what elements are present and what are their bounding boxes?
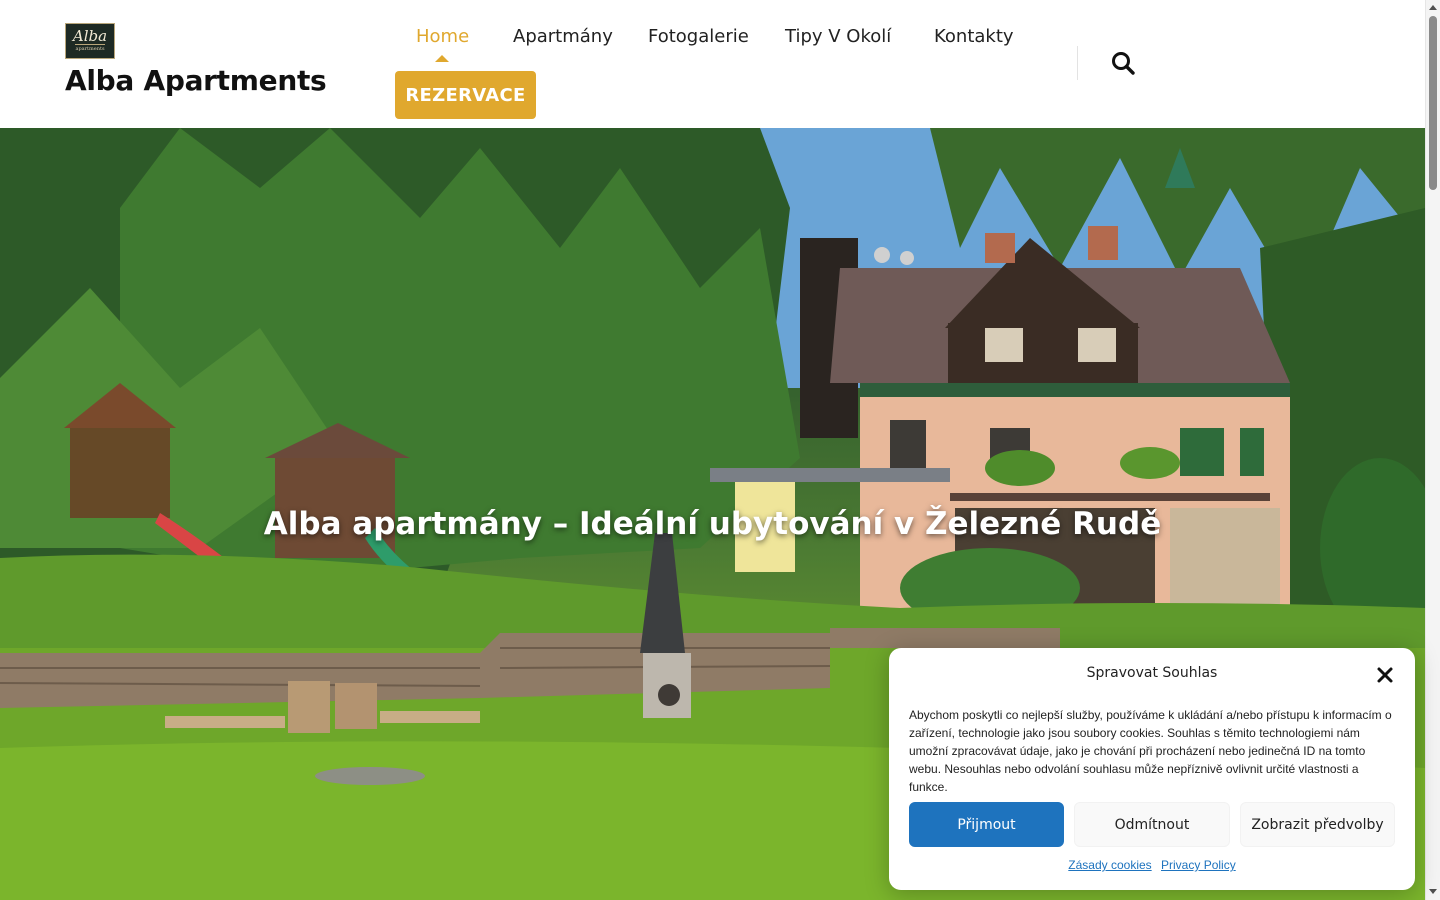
nav-item-apartmany[interactable]: Apartmány xyxy=(513,26,613,47)
nav-divider xyxy=(1077,46,1078,80)
site-title[interactable]: Alba Apartments xyxy=(65,64,327,97)
page-scrollbar[interactable] xyxy=(1425,0,1440,900)
nav-item-home[interactable]: Home xyxy=(416,26,469,47)
scroll-thumb[interactable] xyxy=(1429,16,1437,190)
page: Alba apartments Alba Apartments Home Apa… xyxy=(0,0,1440,900)
close-icon[interactable] xyxy=(1376,666,1394,684)
nav-item-fotogalerie[interactable]: Fotogalerie xyxy=(648,26,749,47)
cookie-links: Zásady cookies Privacy Policy xyxy=(889,858,1415,872)
site-logo[interactable]: Alba apartments xyxy=(65,23,115,59)
scroll-up-arrow-icon[interactable] xyxy=(1429,5,1437,10)
accept-button[interactable]: Přijmout xyxy=(909,802,1064,847)
cookie-policy-link[interactable]: Zásady cookies xyxy=(1068,858,1151,872)
nav-item-tipy-v-okoli[interactable]: Tipy V Okolí xyxy=(785,26,891,47)
privacy-policy-link[interactable]: Privacy Policy xyxy=(1161,858,1236,872)
rezervace-button[interactable]: REZERVACE xyxy=(395,71,536,119)
logo-word: Alba xyxy=(72,27,108,45)
logo-subtext: apartments xyxy=(75,44,105,52)
scroll-down-arrow-icon[interactable] xyxy=(1429,889,1437,894)
active-indicator xyxy=(435,55,449,62)
deny-button[interactable]: Odmítnout xyxy=(1074,802,1230,847)
cookie-description: Abychom poskytli co nejlepší služby, pou… xyxy=(909,708,1392,794)
hero-title: Alba apartmány – Ideální ubytování v Žel… xyxy=(263,506,1162,542)
nav-item-kontakty[interactable]: Kontakty xyxy=(934,26,1014,47)
search-icon[interactable] xyxy=(1110,50,1138,78)
cookie-consent-dialog: Spravovat Souhlas Abychom poskytli co ne… xyxy=(889,648,1415,890)
site-header: Alba apartments Alba Apartments Home Apa… xyxy=(0,0,1425,128)
view-preferences-button[interactable]: Zobrazit předvolby xyxy=(1240,802,1395,847)
cookie-dialog-title: Spravovat Souhlas xyxy=(1086,665,1218,681)
